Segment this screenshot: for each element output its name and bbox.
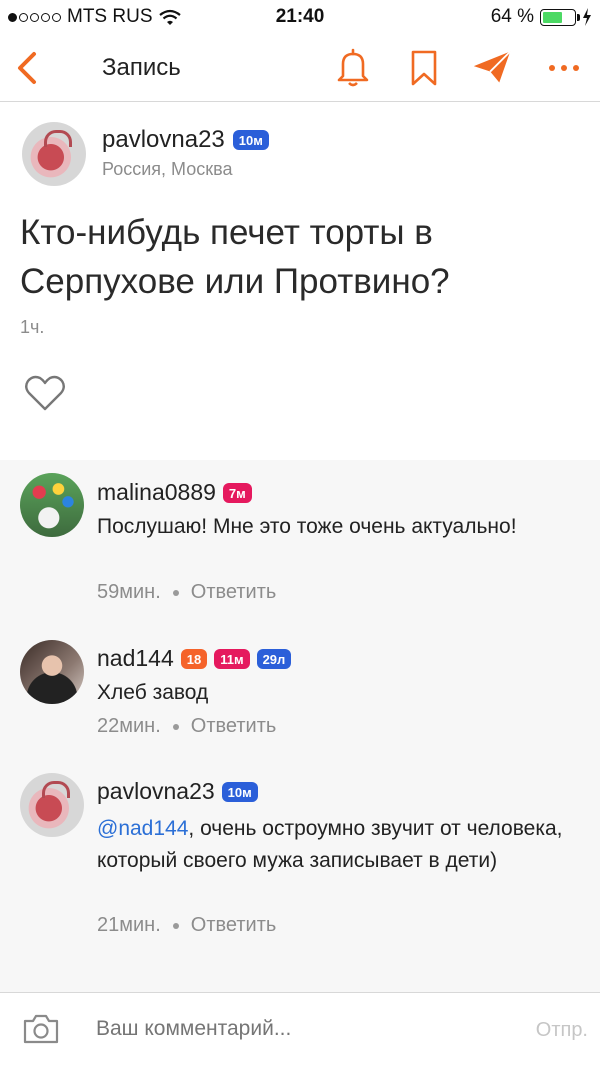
more-icon[interactable] bbox=[546, 46, 586, 88]
avatar[interactable] bbox=[20, 473, 84, 537]
avatar[interactable] bbox=[20, 640, 84, 704]
post-location: Россия, Москва bbox=[102, 159, 233, 179]
status-badge: 29л bbox=[256, 648, 292, 669]
status-bar: MTS RUS 21:40 64 % bbox=[0, 0, 600, 32]
comment-meta: 22мин. Ответить bbox=[97, 715, 276, 738]
comment-text: Хлеб завод bbox=[97, 681, 209, 704]
battery-info: 64 % bbox=[491, 6, 592, 28]
post-author-name[interactable]: pavlovna23 bbox=[102, 126, 225, 154]
nav-bar: Запись bbox=[0, 32, 600, 102]
comment-author[interactable]: malina0889 bbox=[97, 479, 216, 506]
comment-meta: 59мин. Ответить bbox=[97, 581, 276, 604]
post-time: 1ч. bbox=[20, 317, 45, 337]
status-badge: 7м bbox=[222, 482, 252, 503]
page-title: Запись bbox=[102, 54, 181, 81]
avatar[interactable] bbox=[22, 122, 86, 186]
heart-icon[interactable] bbox=[24, 374, 66, 412]
post-author-header: pavlovna23 10м bbox=[102, 126, 269, 154]
bookmark-icon[interactable] bbox=[404, 46, 444, 88]
battery-icon bbox=[540, 8, 580, 26]
battery-percent: 64 % bbox=[490, 6, 534, 27]
comment-author[interactable]: pavlovna23 bbox=[97, 778, 215, 805]
reply-link[interactable]: Ответить bbox=[191, 581, 277, 604]
comment-composer: Отпр. bbox=[0, 992, 600, 1066]
separator-dot bbox=[172, 723, 179, 730]
bell-icon[interactable] bbox=[333, 46, 373, 88]
comment-text: Послушаю! Мне это тоже очень актуально! bbox=[97, 515, 517, 538]
post-author-avatar[interactable] bbox=[22, 122, 86, 186]
separator-dot bbox=[172, 589, 179, 596]
camera-icon[interactable] bbox=[22, 1013, 60, 1045]
post-text: Кто-нибудь печет торты в Серпухове или П… bbox=[20, 213, 450, 301]
comment-time: 22мин. bbox=[97, 715, 161, 737]
back-chevron-icon[interactable] bbox=[10, 48, 46, 88]
comment-time: 21мин. bbox=[97, 914, 161, 936]
send-button[interactable]: Отпр. bbox=[536, 1019, 588, 1042]
send-icon[interactable] bbox=[472, 46, 512, 88]
comment-header: malina0889 7м bbox=[97, 479, 252, 506]
comment-header: pavlovna23 10м bbox=[97, 778, 258, 805]
comment-meta: 21мин. Ответить bbox=[97, 914, 276, 937]
separator-dot bbox=[172, 922, 179, 929]
age-badge: 18 bbox=[180, 648, 208, 669]
comment-input[interactable] bbox=[96, 1017, 476, 1041]
comment-text: @nad144, очень остроумно звучит от челов… bbox=[97, 813, 577, 877]
reply-link[interactable]: Ответить bbox=[191, 914, 277, 937]
avatar[interactable] bbox=[20, 773, 84, 837]
comment-time: 59мин. bbox=[97, 581, 161, 603]
status-badge: 10м bbox=[232, 130, 269, 150]
status-badge: 10м bbox=[221, 781, 258, 802]
charging-icon bbox=[583, 8, 591, 26]
reply-link[interactable]: Ответить bbox=[191, 715, 277, 738]
comment-author[interactable]: nad144 bbox=[97, 645, 174, 672]
status-badge: 11м bbox=[214, 648, 250, 669]
mention-link[interactable]: @nad144 bbox=[97, 817, 188, 840]
comment-header: nad144 18 11м 29л bbox=[97, 645, 292, 672]
comments-section: malina0889 7м Послушаю! Мне это тоже оче… bbox=[0, 460, 600, 992]
